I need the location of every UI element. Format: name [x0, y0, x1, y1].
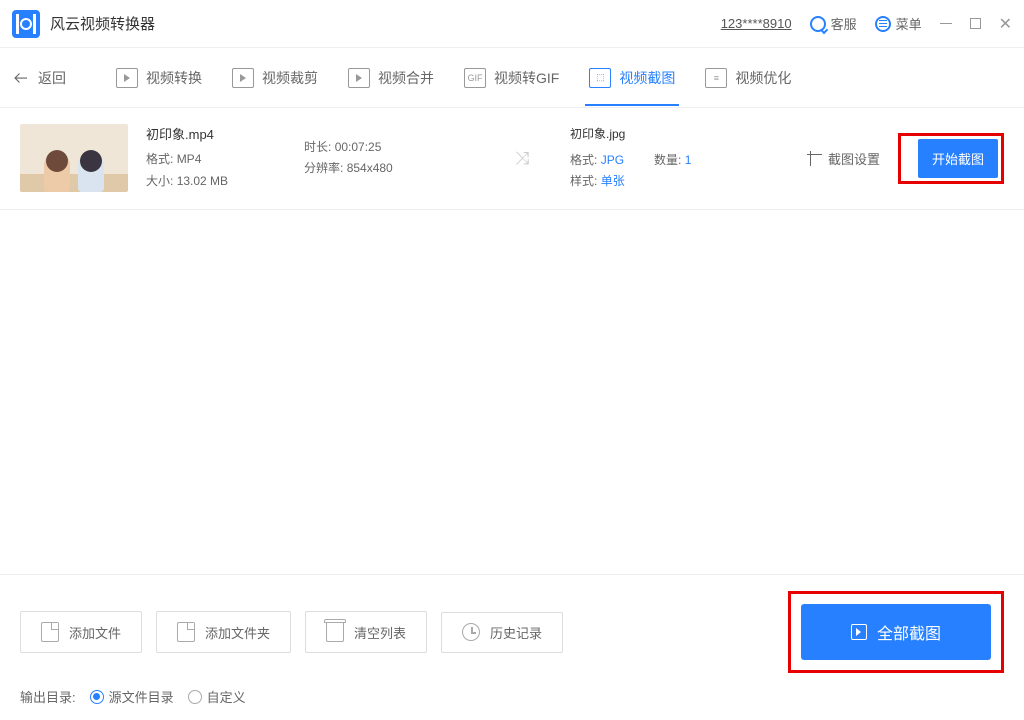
file-list: 初印象.mp4 格式: MP4 大小: 13.02 MB 时长: 00:07:2…	[0, 108, 1024, 210]
tab-gif[interactable]: GIF视频转GIF	[464, 50, 559, 106]
highlight-start: 开始截图	[898, 133, 1004, 184]
tab-optimize[interactable]: ≡视频优化	[705, 50, 791, 106]
output-style-link[interactable]: 单张	[601, 174, 625, 188]
crop-icon	[807, 151, 822, 166]
support-label: 客服	[831, 14, 857, 33]
screenshot-settings-button[interactable]: 截图设置	[807, 149, 880, 168]
output-format-link[interactable]: JPG	[601, 153, 624, 167]
thumbnail[interactable]	[20, 124, 128, 192]
sliders-icon: ≡	[705, 68, 727, 88]
gif-icon: GIF	[464, 68, 486, 88]
trash-icon	[326, 622, 344, 642]
titlebar: 风云视频转换器 123****8910 客服 菜单 ✕	[0, 0, 1024, 48]
maximize-button[interactable]	[970, 18, 981, 29]
shuffle-icon[interactable]: ⤨	[492, 148, 552, 169]
add-file-button[interactable]: 添加文件	[20, 611, 142, 653]
back-arrow-icon	[12, 69, 30, 87]
support-button[interactable]: 客服	[810, 14, 857, 33]
add-folder-button[interactable]: 添加文件夹	[156, 611, 291, 653]
tab-convert[interactable]: 视频转换	[116, 50, 202, 106]
output-filename: 初印象.jpg	[570, 124, 750, 146]
app-logo	[12, 10, 40, 38]
play-icon	[116, 68, 138, 88]
bottom-bar: 添加文件 添加文件夹 清空列表 历史记录 全部截图 输出目录: 源文件目录 自定…	[0, 574, 1024, 720]
tab-screenshot[interactable]: ⬚视频截图	[589, 50, 675, 106]
close-button[interactable]: ✕	[999, 14, 1012, 34]
file-icon	[177, 622, 195, 642]
file-icon	[41, 622, 59, 642]
headset-icon	[810, 16, 826, 32]
menu-button[interactable]: 菜单	[875, 14, 922, 33]
output-count-link[interactable]: 1	[685, 153, 692, 167]
image-icon: ⬚	[589, 68, 611, 88]
highlight-all: 全部截图	[788, 591, 1004, 673]
radio-custom-dir[interactable]: 自定义	[188, 687, 246, 706]
menu-label: 菜单	[896, 14, 922, 33]
list-item: 初印象.mp4 格式: MP4 大小: 13.02 MB 时长: 00:07:2…	[0, 108, 1024, 210]
radio-unselected-icon	[188, 690, 202, 704]
play-icon	[232, 68, 254, 88]
minimize-button[interactable]	[940, 23, 952, 24]
play-box-icon	[851, 624, 867, 640]
app-title: 风云视频转换器	[50, 13, 155, 34]
tab-merge[interactable]: 视频合并	[348, 50, 434, 106]
tab-crop[interactable]: 视频裁剪	[232, 50, 318, 106]
play-icon	[348, 68, 370, 88]
start-screenshot-button[interactable]: 开始截图	[918, 139, 998, 178]
back-button[interactable]: 返回	[12, 68, 66, 88]
output-dir-label: 输出目录:	[20, 687, 76, 706]
menu-icon	[875, 16, 891, 32]
clock-icon	[462, 623, 480, 641]
clear-list-button[interactable]: 清空列表	[305, 611, 427, 653]
tab-row: 返回 视频转换 视频裁剪 视频合并 GIF视频转GIF ⬚视频截图 ≡视频优化	[0, 48, 1024, 108]
radio-source-dir[interactable]: 源文件目录	[90, 687, 174, 706]
screenshot-all-button[interactable]: 全部截图	[801, 604, 991, 660]
source-filename: 初印象.mp4	[146, 124, 286, 143]
radio-selected-icon	[90, 690, 104, 704]
account-id[interactable]: 123****8910	[721, 16, 792, 31]
history-button[interactable]: 历史记录	[441, 612, 563, 653]
back-label: 返回	[38, 68, 66, 88]
